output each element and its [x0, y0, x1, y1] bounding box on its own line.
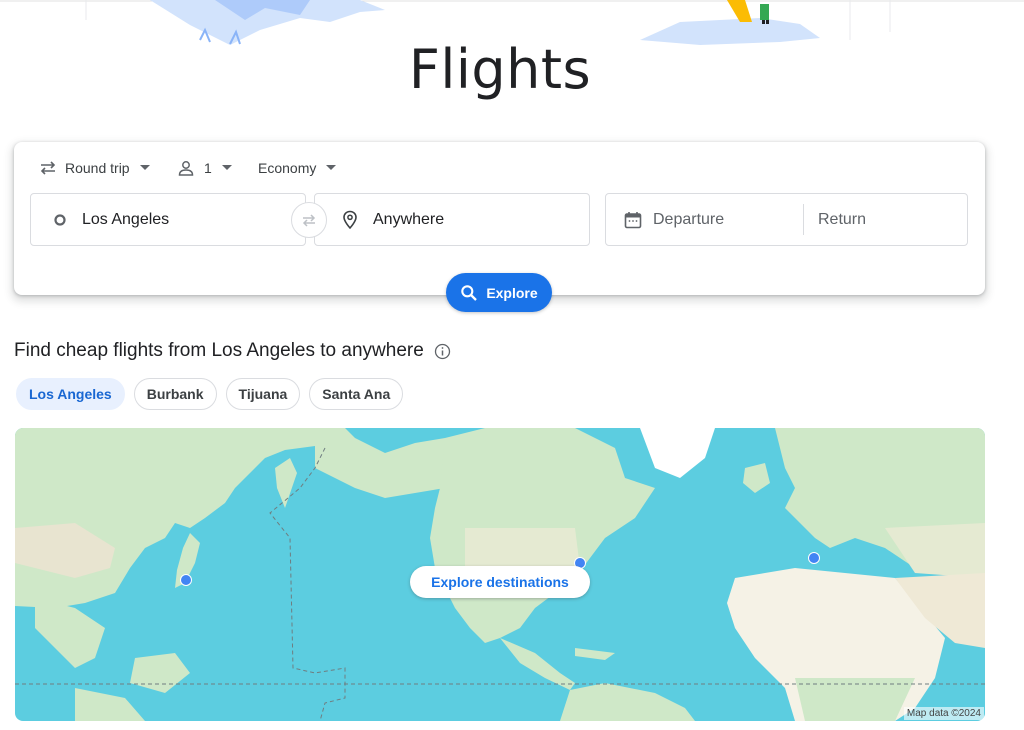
trip-type-select[interactable]: Round trip — [38, 158, 150, 178]
person-icon — [178, 161, 194, 176]
dates-field: Departure Return — [605, 193, 968, 246]
section-title-text: Find cheap flights from Los Angeles to a… — [14, 340, 424, 361]
page-title: Flights — [408, 38, 592, 101]
return-placeholder: Return — [818, 210, 867, 228]
map-pin-rome[interactable] — [808, 552, 820, 564]
passengers-count: 1 — [204, 160, 212, 176]
departure-date-input[interactable]: Departure — [606, 194, 803, 245]
origin-field[interactable]: Los Angeles — [30, 193, 306, 246]
explore-button[interactable]: Explore — [446, 273, 552, 312]
explore-label: Explore — [486, 284, 538, 301]
trip-type-label: Round trip — [65, 160, 130, 176]
swap-arrows-icon — [302, 214, 316, 227]
calendar-icon — [624, 211, 642, 228]
chip-los-angeles[interactable]: Los Angeles — [16, 378, 125, 410]
search-icon — [461, 284, 478, 301]
departure-placeholder: Departure — [653, 210, 725, 228]
chip-burbank[interactable]: Burbank — [133, 378, 217, 410]
swap-button[interactable] — [291, 202, 327, 238]
destination-value: Anywhere — [373, 210, 445, 228]
chevron-down-icon — [139, 165, 150, 170]
chip-santa-ana[interactable]: Santa Ana — [309, 378, 404, 410]
location-pin-icon — [343, 210, 357, 229]
chevron-down-icon — [326, 165, 337, 170]
info-icon[interactable] — [434, 343, 451, 360]
origin-value: Los Angeles — [82, 210, 170, 228]
return-date-input[interactable]: Return — [804, 194, 967, 245]
airport-chips: Los Angeles Burbank Tijuana Santa Ana — [16, 378, 404, 410]
chevron-down-icon — [221, 165, 232, 170]
round-trip-icon — [40, 161, 56, 175]
origin-circle-icon — [54, 213, 66, 226]
destination-field[interactable]: Anywhere — [314, 193, 590, 246]
section-heading: Find cheap flights from Los Angeles to a… — [14, 340, 451, 362]
cabin-class-label: Economy — [258, 160, 317, 176]
passengers-select[interactable]: 1 — [177, 158, 232, 178]
map-credit: Map data ©2024 — [903, 707, 984, 720]
explore-destinations-button[interactable]: Explore destinations — [410, 566, 590, 598]
chip-tijuana[interactable]: Tijuana — [225, 378, 301, 410]
map-pin-tokyo[interactable] — [180, 574, 192, 586]
cabin-class-select[interactable]: Economy — [258, 158, 337, 178]
